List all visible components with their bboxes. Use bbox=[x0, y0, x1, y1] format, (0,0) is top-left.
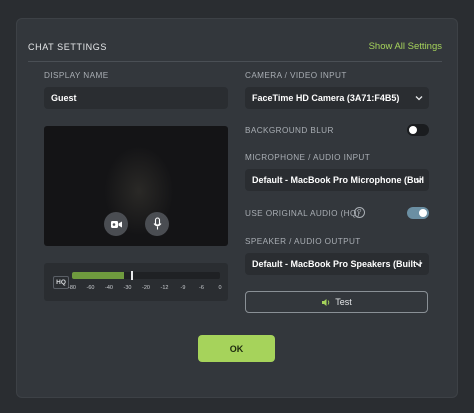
display-name-value: Guest bbox=[51, 93, 77, 103]
audio-level-meter: HQ -80 -60 -40 -30 -20 -12 -9 -6 0 bbox=[44, 263, 228, 301]
camera-select-value: FaceTime HD Camera (3A71:F4B5) bbox=[252, 93, 400, 103]
camera-toggle-button[interactable] bbox=[104, 212, 128, 236]
speaker-select-value: Default - MacBook Pro Speakers (Built-i bbox=[252, 259, 422, 269]
chevron-down-icon bbox=[415, 178, 423, 183]
meter-tick-label: 0 bbox=[218, 285, 222, 291]
test-speaker-button[interactable]: Test bbox=[245, 291, 428, 313]
meter-ticks: -80 -60 -40 -30 -20 -12 -9 -6 0 bbox=[68, 285, 224, 295]
meter-tick-label: -12 bbox=[160, 285, 169, 291]
ok-button-label: OK bbox=[229, 343, 244, 354]
microphone-label: MICROPHONE / AUDIO INPUT bbox=[245, 153, 371, 162]
background-blur-toggle[interactable] bbox=[407, 124, 429, 136]
meter-tick-label: -9 bbox=[180, 285, 186, 291]
help-circle-icon[interactable]: ? bbox=[354, 207, 365, 218]
camera-label: CAMERA / VIDEO INPUT bbox=[245, 71, 347, 80]
toggle-knob bbox=[419, 209, 427, 217]
toggle-knob bbox=[409, 126, 417, 134]
meter-tick-label: -30 bbox=[123, 285, 132, 291]
chat-settings-header: CHAT SETTINGS Show All Settings bbox=[28, 41, 442, 62]
test-button-label: Test bbox=[335, 297, 352, 307]
microphone-toggle-button[interactable] bbox=[145, 212, 169, 236]
chevron-down-icon bbox=[415, 262, 423, 267]
microphone-icon bbox=[153, 217, 161, 230]
speaker-label: SPEAKER / AUDIO OUTPUT bbox=[245, 237, 361, 246]
show-all-settings-link[interactable]: Show All Settings bbox=[369, 41, 442, 52]
meter-tick-label: -40 bbox=[105, 285, 113, 291]
page-title: CHAT SETTINGS bbox=[28, 42, 107, 52]
speaker-icon bbox=[322, 298, 330, 306]
speaker-select[interactable]: Default - MacBook Pro Speakers (Built-i bbox=[245, 253, 429, 275]
display-name-label: DISPLAY NAME bbox=[44, 71, 109, 80]
chevron-down-icon bbox=[415, 96, 423, 101]
meter-tick-label: -6 bbox=[199, 285, 204, 291]
microphone-select[interactable]: Default - MacBook Pro Microphone (Buil bbox=[245, 169, 429, 191]
video-preview bbox=[44, 126, 228, 246]
ok-button[interactable]: OK bbox=[198, 335, 275, 362]
microphone-select-value: Default - MacBook Pro Microphone (Buil bbox=[252, 175, 425, 185]
background-blur-label: BACKGROUND BLUR bbox=[245, 126, 334, 135]
meter-peak-marker bbox=[131, 271, 134, 280]
meter-tick-label: -20 bbox=[142, 285, 150, 291]
meter-fill bbox=[72, 272, 124, 279]
camera-select[interactable]: FaceTime HD Camera (3A71:F4B5) bbox=[245, 87, 429, 109]
hq-badge: HQ bbox=[53, 276, 69, 289]
video-camera-icon bbox=[110, 220, 122, 228]
meter-tick-label: -80 bbox=[68, 285, 76, 291]
meter-track bbox=[72, 272, 220, 279]
original-audio-toggle[interactable] bbox=[407, 207, 429, 219]
original-audio-label: USE ORIGINAL AUDIO (HQ) bbox=[245, 209, 360, 218]
display-name-input[interactable]: Guest bbox=[44, 87, 228, 109]
meter-tick-label: -60 bbox=[86, 285, 95, 291]
